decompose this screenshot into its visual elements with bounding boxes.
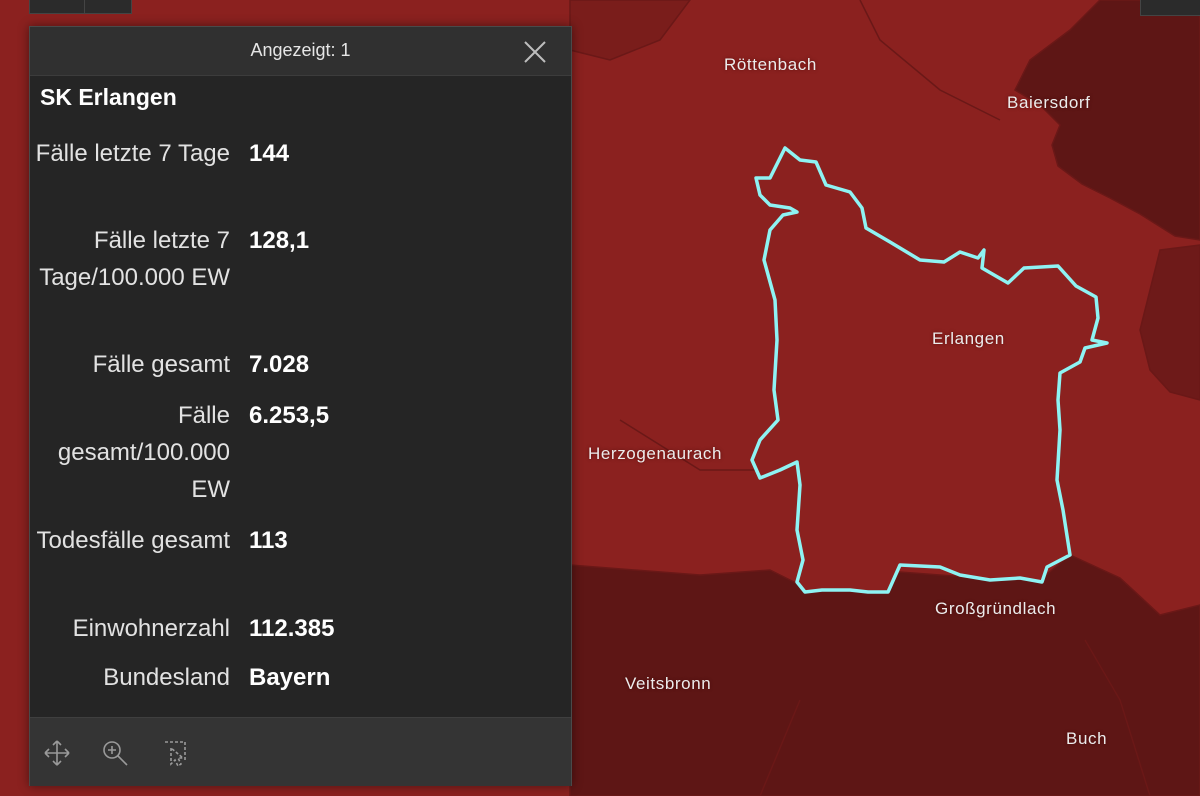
attribute-value: 128,1 [249,227,310,254]
select-cursor-icon [165,741,186,768]
popup-header: Angezeigt: 1 [30,27,571,76]
attribute-value: 6.253,5 [249,402,330,429]
map-zoom-button-right[interactable] [84,0,132,14]
attribute-label: Fälle letzte 7 Tage/100.000 EW [39,227,230,291]
attribute-label: Fälle gesamt [92,351,230,378]
zoom-in-icon [103,741,128,766]
place-label-grossgruendlach: Großgründlach [935,599,1057,618]
pan-button[interactable] [42,738,72,768]
place-label-erlangen: Erlangen [932,329,1005,348]
place-label-roettenbach: Röttenbach [724,55,817,74]
close-button[interactable] [520,37,550,67]
popup-title: SK Erlangen [40,84,177,110]
close-icon [524,41,546,63]
place-label-veitsbronn: Veitsbronn [625,674,712,693]
select-features-button[interactable] [157,738,187,768]
zoom-to-button[interactable] [100,738,130,768]
place-label-buch: Buch [1066,729,1108,748]
map-toolbar-button[interactable] [1140,0,1200,16]
attribute-value: 112.385 [249,615,335,642]
feature-popup: Angezeigt: 1 SK Erlangen Fälle letzte 7 … [29,26,572,786]
attribute-value: 144 [249,140,290,167]
place-label-herzogenaurach: Herzogenaurach [588,444,723,463]
attribute-label: Einwohnerzahl [72,615,230,642]
attribute-label: Fälle gesamt/100.000 EW [57,402,230,503]
place-label-baiersdorf: Baiersdorf [1007,93,1091,112]
attribute-label: Fälle letzte 7 Tage [35,140,230,167]
attribute-value: 113 [249,527,288,554]
attribute-value: Bayern [249,664,331,691]
attribute-label: Bundesland [103,664,230,691]
attribute-label: Todesfälle gesamt [36,527,230,554]
popup-feature-count: Angezeigt: 1 [250,40,351,60]
map-zoom-button-left[interactable] [29,0,85,14]
move-arrows-icon [44,740,70,766]
attribute-value: 7.028 [249,351,310,378]
popup-footer-toolbar [30,717,571,786]
